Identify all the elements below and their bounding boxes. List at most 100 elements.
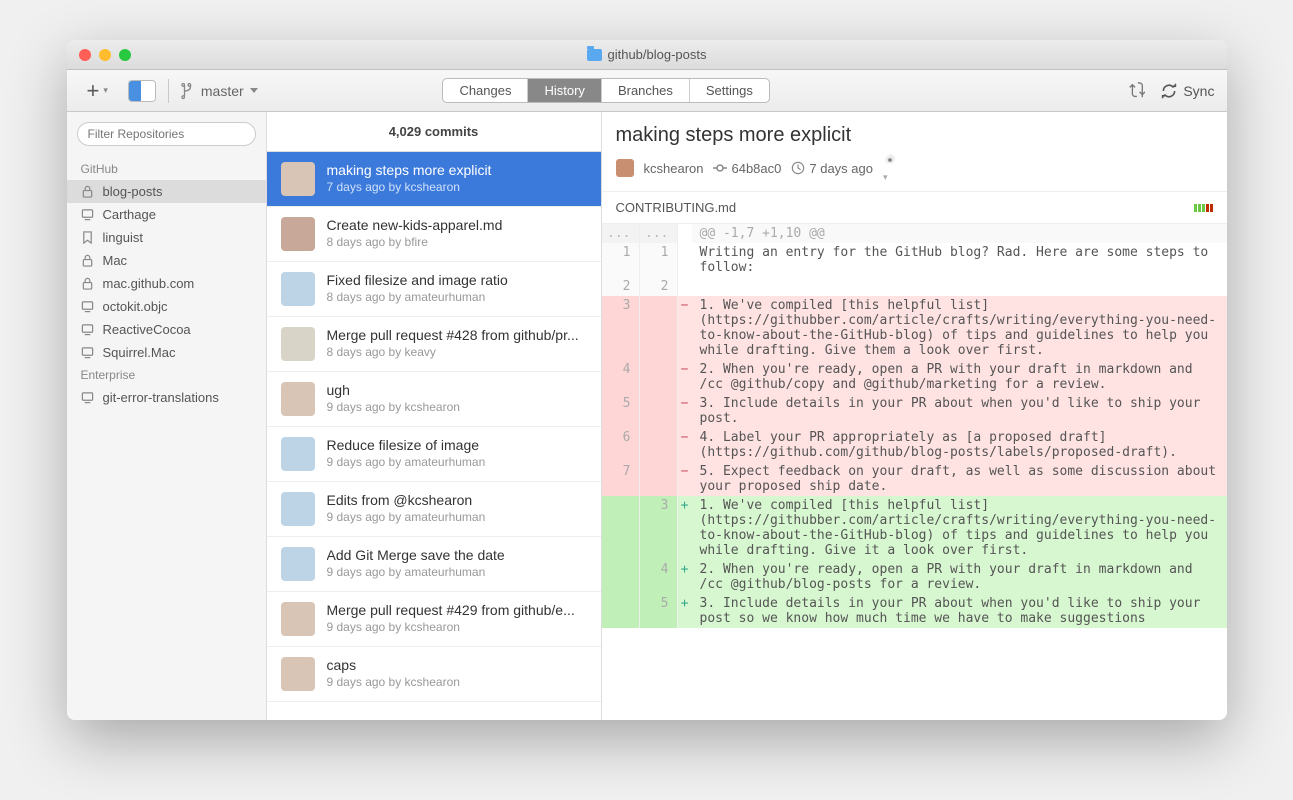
commit-detail: making steps more explicit kcshearon 64b… [602,112,1227,720]
sidebar-item-label: Carthage [103,207,156,222]
commit-row[interactable]: Merge pull request #428 from github/pr..… [267,317,601,372]
commit-row-title: Merge pull request #429 from github/e... [327,602,587,618]
avatar [281,437,315,471]
diff-line: 3+1. We've compiled [this helpful list](… [602,496,1227,560]
diff-code [692,277,1227,296]
commit-row-title: Reduce filesize of image [327,437,587,453]
commits-count: 4,029 commits [267,112,601,152]
line-number-old: 7 [602,462,640,496]
sidebar-item-linguist[interactable]: linguist [67,226,266,249]
commit-row-meta: 8 days ago by bfire [327,235,587,249]
commit-row-title: Add Git Merge save the date [327,547,587,563]
sidebar-group-header: GitHub [67,158,266,180]
file-name[interactable]: CONTRIBUTING.md [616,200,737,215]
add-button[interactable]: + ▾ [79,76,116,106]
diff-code: 4. Label your PR appropriately as [a pro… [692,428,1227,462]
commit-row-meta: 9 days ago by amateurhuman [327,510,587,524]
commit-row[interactable]: ugh9 days ago by kcshearon [267,372,601,427]
separator [168,79,169,103]
chevron-down-icon: ▾ [103,85,108,96]
diff-sign [678,243,692,277]
app-window: github/blog-posts + ▾ master ChangesHist… [67,40,1227,720]
commit-row-title: Edits from @kcshearon [327,492,587,508]
commits-column: 4,029 commits making steps more explicit… [267,112,602,720]
commit-options-button[interactable]: ▾ [883,153,897,183]
diff-line: 4−2. When you're ready, open a PR with y… [602,360,1227,394]
diff-line: 5−3. Include details in your PR about wh… [602,394,1227,428]
commit-row[interactable]: Edits from @kcshearon 9 days ago by amate… [267,482,601,537]
commits-list[interactable]: making steps more explicit7 days ago by … [267,152,601,720]
commit-row[interactable]: Reduce filesize of image9 days ago by am… [267,427,601,482]
diff-view[interactable]: ......@@ -1,7 +1,10 @@11Writing an entry… [602,224,1227,720]
sync-label: Sync [1183,83,1214,99]
commit-dot-icon [713,163,727,173]
sidebar-item-label: mac.github.com [103,276,195,291]
sidebar-item-blog-posts[interactable]: blog-posts [67,180,266,203]
diffstat-icon [1194,204,1213,212]
commit-title: making steps more explicit [616,124,1213,147]
close-window-button[interactable] [79,49,91,61]
diff-code: 1. We've compiled [this helpful list](ht… [692,496,1227,560]
line-number-new [640,428,678,462]
diff-line: 11Writing an entry for the GitHub blog? … [602,243,1227,277]
diff-code: 5. Expect feedback on your draft, as wel… [692,462,1227,496]
device-icon [81,300,95,314]
toolbar: + ▾ master ChangesHistoryBranchesSetting… [67,70,1227,112]
bookmark-icon [81,231,95,245]
sidebar-group-header: Enterprise [67,364,266,386]
commit-row[interactable]: Merge pull request #429 from github/e...… [267,592,601,647]
compare-icon[interactable] [1127,82,1145,100]
sidebar-item-Mac[interactable]: Mac [67,249,266,272]
line-number-new: 1 [640,243,678,277]
tab-history[interactable]: History [528,79,601,102]
sidebar-item-Squirrel-Mac[interactable]: Squirrel.Mac [67,341,266,364]
branch-selector[interactable]: master [181,82,258,100]
sidebar-toggle-button[interactable] [128,80,156,102]
line-number-new: 4 [640,560,678,594]
sidebar-item-mac-github-com[interactable]: mac.github.com [67,272,266,295]
sidebar-item-Carthage[interactable]: Carthage [67,203,266,226]
commit-row[interactable]: caps9 days ago by kcshearon [267,647,601,702]
tab-branches[interactable]: Branches [602,79,690,102]
commit-row[interactable]: Add Git Merge save the date9 days ago by… [267,537,601,592]
commit-row[interactable]: Create new-kids-apparel.md8 days ago by … [267,207,601,262]
sync-button[interactable]: Sync [1161,83,1214,99]
branch-name: master [201,83,244,99]
commit-time: 7 days ago [809,161,873,176]
diff-line: 4+2. When you're ready, open a PR with y… [602,560,1227,594]
commit-row[interactable]: Fixed filesize and image ratio8 days ago… [267,262,601,317]
avatar [281,547,315,581]
sidebar-item-git-error-translations[interactable]: git-error-translations [67,386,266,409]
commit-row[interactable]: making steps more explicit7 days ago by … [267,152,601,207]
avatar [281,602,315,636]
titlebar: github/blog-posts [67,40,1227,70]
device-icon [81,391,95,405]
zoom-window-button[interactable] [119,49,131,61]
tab-changes[interactable]: Changes [443,79,528,102]
line-number-new [640,296,678,360]
line-number-new [640,360,678,394]
diff-sign: + [678,496,692,560]
sidebar-item-label: ReactiveCocoa [103,322,191,337]
diff-code: 1. We've compiled [this helpful list](ht… [692,296,1227,360]
diff-sign: − [678,428,692,462]
gear-icon [883,153,897,167]
tab-settings[interactable]: Settings [690,79,769,102]
branch-icon [181,82,195,100]
avatar [281,382,315,416]
sidebar-item-octokit-objc[interactable]: octokit.objc [67,295,266,318]
filter-repositories-input[interactable] [77,122,256,146]
commit-row-title: making steps more explicit [327,162,587,178]
line-number-old: 1 [602,243,640,277]
line-number-old: 5 [602,394,640,428]
diff-line: 6−4. Label your PR appropriately as [a p… [602,428,1227,462]
minimize-window-button[interactable] [99,49,111,61]
diff-line: 3−1. We've compiled [this helpful list](… [602,296,1227,360]
commit-row-meta: 9 days ago by kcshearon [327,675,587,689]
traffic-lights [67,49,131,61]
lock-icon [81,277,95,291]
sidebar-item-ReactiveCocoa[interactable]: ReactiveCocoa [67,318,266,341]
plus-icon: + [87,80,100,102]
line-number-new: 5 [640,594,678,628]
diff-code: 2. When you're ready, open a PR with you… [692,360,1227,394]
